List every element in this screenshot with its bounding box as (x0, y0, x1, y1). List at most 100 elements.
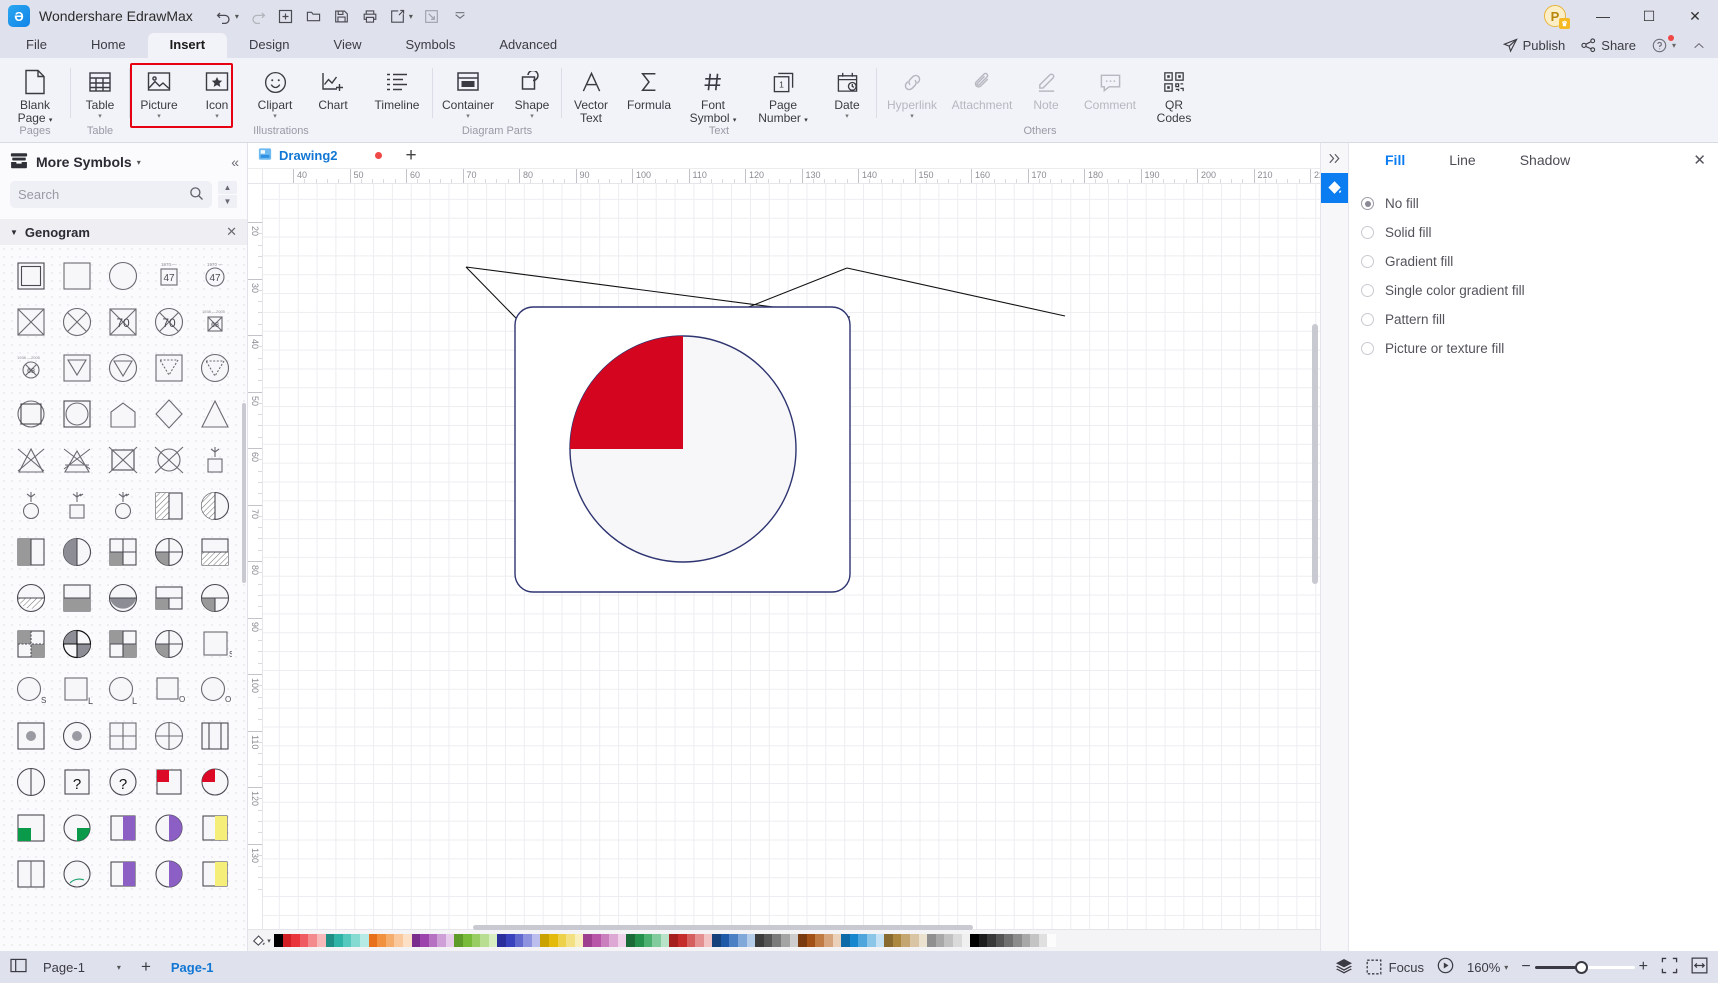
color-swatch[interactable] (497, 934, 507, 947)
color-swatch[interactable] (901, 934, 910, 947)
radio-single-color-gradient-fill[interactable] (1361, 284, 1374, 297)
scroll-down-button[interactable]: ▼ (218, 195, 237, 208)
color-swatch[interactable] (866, 934, 876, 947)
color-swatch[interactable] (669, 934, 678, 947)
vector-text-button[interactable]: Vector Text (562, 64, 620, 125)
color-swatch[interactable] (841, 934, 850, 947)
genogram-symbol[interactable] (100, 391, 146, 437)
more-quick-access-button[interactable] (447, 4, 473, 28)
fill-color-picker-icon[interactable]: ▾ (248, 933, 274, 948)
genogram-symbol[interactable] (100, 345, 146, 391)
minimize-button[interactable]: — (1580, 0, 1626, 32)
color-swatch[interactable] (987, 934, 996, 947)
genogram-symbol[interactable]: 70 (100, 299, 146, 345)
color-swatch[interactable] (574, 934, 584, 947)
account-avatar[interactable]: P ♛ (1544, 5, 1570, 29)
color-swatch[interactable] (506, 934, 515, 947)
table-button[interactable]: Table ▾ (71, 64, 129, 120)
color-swatch[interactable] (1030, 934, 1039, 947)
color-swatch[interactable] (368, 934, 378, 947)
clipart-caret-icon[interactable]: ▾ (273, 113, 277, 120)
color-swatch[interactable] (334, 934, 343, 947)
genogram-symbol[interactable] (100, 621, 146, 667)
fill-option-pattern-fill[interactable]: Pattern fill (1361, 305, 1718, 334)
scroll-up-button[interactable]: ▲ (218, 181, 237, 194)
color-swatch[interactable] (961, 934, 971, 947)
genogram-symbol[interactable] (146, 575, 192, 621)
undo-button[interactable] (211, 4, 237, 28)
fill-option-picture-or-texture-fill[interactable]: Picture or texture fill (1361, 334, 1718, 363)
color-swatch[interactable] (445, 934, 455, 947)
color-swatch[interactable] (789, 934, 799, 947)
color-swatch[interactable] (824, 934, 833, 947)
genogram-symbol[interactable] (8, 529, 54, 575)
genogram-symbol[interactable] (146, 391, 192, 437)
table-caret-icon[interactable]: ▾ (98, 113, 102, 120)
genogram-symbol[interactable] (8, 253, 54, 299)
genogram-symbol[interactable] (54, 391, 100, 437)
genogram-symbol[interactable]: ? (54, 759, 100, 805)
menu-item-view[interactable]: View (312, 33, 384, 58)
undo-caret-icon[interactable]: ▾ (235, 12, 239, 21)
layers-icon[interactable] (1335, 958, 1353, 977)
page-tab-page-1[interactable]: Page-1 (165, 960, 220, 975)
color-swatch[interactable] (385, 934, 395, 947)
genogram-symbol[interactable] (192, 759, 238, 805)
date-button[interactable]: Date ▾ (818, 64, 876, 120)
color-swatch[interactable] (342, 934, 352, 947)
new-button[interactable] (273, 4, 299, 28)
picture-button[interactable]: Picture ▾ (130, 64, 188, 120)
color-swatch[interactable] (480, 934, 489, 947)
color-swatch[interactable] (763, 934, 773, 947)
color-swatch[interactable] (514, 934, 524, 947)
radio-no-fill[interactable] (1361, 197, 1374, 210)
genogram-symbol[interactable] (54, 621, 100, 667)
focus-button[interactable]: Focus (1366, 959, 1424, 975)
color-swatch[interactable] (359, 934, 369, 947)
zoom-slider-track[interactable] (1534, 960, 1635, 974)
menu-item-file[interactable]: File (4, 33, 69, 58)
color-swatch[interactable] (609, 934, 618, 947)
color-swatch[interactable] (970, 934, 979, 947)
color-swatch[interactable] (531, 934, 541, 947)
share-button[interactable]: Share (1575, 36, 1642, 55)
color-swatch[interactable] (695, 934, 704, 947)
genogram-symbol[interactable] (100, 483, 146, 529)
radio-gradient-fill[interactable] (1361, 255, 1374, 268)
color-swatch[interactable] (652, 934, 661, 947)
fit-to-window-button[interactable] (1661, 957, 1678, 977)
color-swatch[interactable] (858, 934, 867, 947)
category-close-icon[interactable]: ✕ (226, 224, 237, 240)
genogram-symbol[interactable] (100, 529, 146, 575)
color-swatch[interactable] (781, 934, 790, 947)
genogram-symbol[interactable] (146, 805, 192, 851)
genogram-symbol[interactable] (8, 483, 54, 529)
genogram-symbol[interactable] (8, 437, 54, 483)
color-swatch[interactable] (583, 934, 592, 947)
color-swatch[interactable] (617, 934, 627, 947)
genogram-symbol[interactable] (100, 851, 146, 897)
genogram-symbol[interactable] (192, 345, 238, 391)
color-swatch[interactable] (299, 934, 309, 947)
genogram-symbol[interactable] (8, 851, 54, 897)
document-tab-drawing2[interactable]: Drawing2 (248, 143, 394, 169)
color-swatch[interactable] (952, 934, 962, 947)
color-swatch[interactable] (428, 934, 438, 947)
genogram-symbol[interactable] (54, 253, 100, 299)
color-swatch[interactable] (798, 934, 807, 947)
genogram-symbol[interactable] (54, 851, 100, 897)
genogram-symbol[interactable] (146, 345, 192, 391)
color-swatch[interactable] (1038, 934, 1048, 947)
genogram-symbol[interactable] (192, 805, 238, 851)
color-swatch[interactable] (772, 934, 782, 947)
page-selector[interactable]: Page-1 ▾ (37, 960, 127, 975)
color-swatch[interactable] (488, 934, 498, 947)
color-swatch[interactable] (291, 934, 300, 947)
genogram-symbol[interactable] (192, 483, 238, 529)
genogram-symbol[interactable] (146, 483, 192, 529)
genogram-symbol[interactable] (146, 759, 192, 805)
color-swatch[interactable] (686, 934, 696, 947)
page-panel-icon[interactable] (10, 958, 27, 976)
color-swatch[interactable] (849, 934, 859, 947)
color-swatch[interactable] (892, 934, 902, 947)
